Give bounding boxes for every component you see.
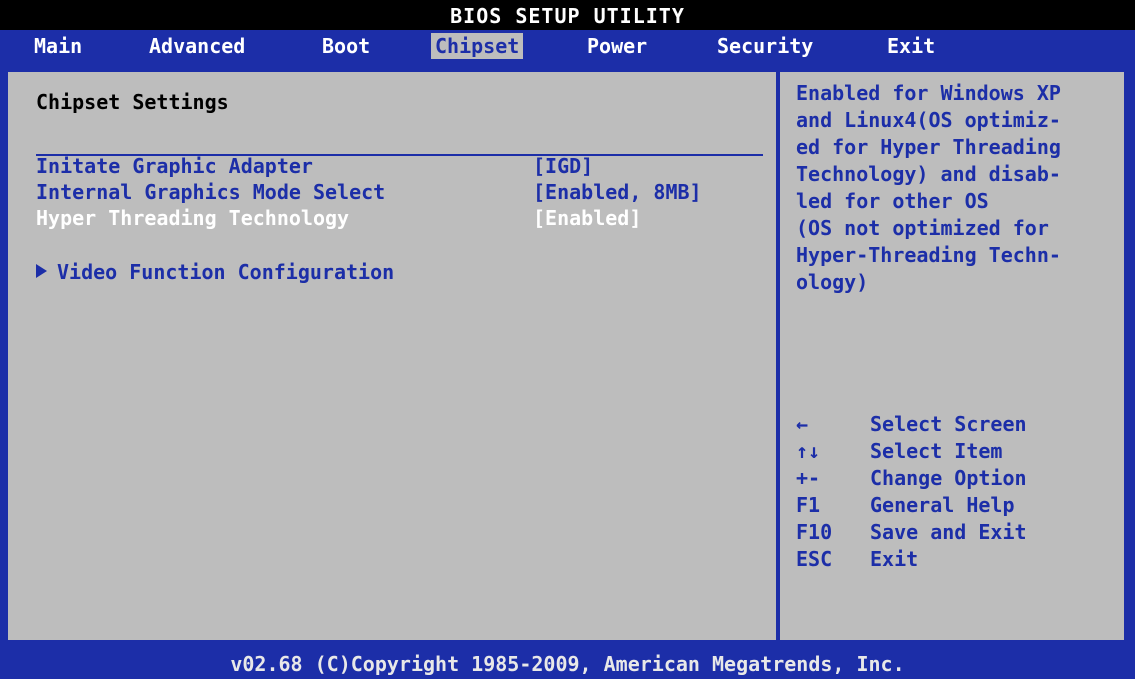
menu-bar: Main Advanced Boot Chipset Power Securit… [0, 30, 1135, 60]
menu-main[interactable]: Main [30, 33, 86, 59]
key-f10: F10 [796, 520, 833, 544]
video-function-label: Video Function Configuration [57, 260, 395, 284]
key-esc: ESC [796, 547, 833, 571]
key-desc: Exit [870, 547, 919, 571]
left-arrow-icon: ← [796, 412, 809, 436]
menu-security[interactable]: Security [713, 33, 817, 59]
page-title: Chipset Settings [36, 90, 229, 114]
key-desc: Save and Exit [870, 520, 1027, 544]
footer-bar: v02.68 (C)Copyright 1985-2009, American … [0, 648, 1135, 679]
bios-title: BIOS SETUP UTILITY [450, 4, 685, 28]
key-desc: Select Screen [870, 412, 1027, 436]
menu-boot[interactable]: Boot [318, 33, 374, 59]
help-line: led for other OS [796, 189, 989, 213]
title-bar: BIOS SETUP UTILITY [0, 0, 1135, 30]
graphics-mode-select-label[interactable]: Internal Graphics Mode Select [36, 180, 385, 204]
copyright-text: v02.68 (C)Copyright 1985-2009, American … [230, 652, 905, 676]
menu-chipset[interactable]: Chipset [431, 33, 524, 59]
menu-exit[interactable]: Exit [883, 33, 939, 59]
graphics-mode-select-value[interactable]: [Enabled, 8MB] [533, 180, 702, 204]
plus-minus-icon: +- [796, 466, 821, 490]
help-line: Technology) and disab- [796, 162, 1061, 186]
key-desc: Select Item [870, 439, 1003, 463]
submenu-arrow-icon [36, 264, 47, 278]
settings-panel: Chipset Settings Initate Graphic Adapter… [8, 72, 776, 640]
key-desc: General Help [870, 493, 1015, 517]
help-line: ed for Hyper Threading [796, 135, 1061, 159]
initiate-graphic-adapter-label[interactable]: Initate Graphic Adapter [36, 154, 313, 178]
hyper-threading-value[interactable]: [Enabled] [533, 206, 641, 230]
hyper-threading-label[interactable]: Hyper Threading Technology [36, 206, 349, 230]
key-desc: Change Option [870, 466, 1027, 490]
video-function-submenu[interactable]: Video Function Configuration [36, 260, 394, 284]
help-line: ology) [796, 270, 869, 294]
main-area: Chipset Settings Initate Graphic Adapter… [0, 60, 1135, 648]
help-line: (OS not optimized for [796, 216, 1049, 240]
initiate-graphic-adapter-value[interactable]: [IGD] [533, 154, 593, 178]
help-line: Enabled for Windows XP [796, 81, 1061, 105]
menu-power[interactable]: Power [583, 33, 651, 59]
up-down-arrows-icon: ↑↓ [796, 439, 821, 463]
help-panel: Enabled for Windows XP and Linux4(OS opt… [780, 72, 1124, 640]
key-f1: F1 [796, 493, 821, 517]
help-text: Enabled for Windows XP and Linux4(OS opt… [796, 80, 1120, 296]
help-line: Hyper-Threading Techn- [796, 243, 1061, 267]
help-line: and Linux4(OS optimiz- [796, 108, 1061, 132]
menu-advanced[interactable]: Advanced [145, 33, 249, 59]
